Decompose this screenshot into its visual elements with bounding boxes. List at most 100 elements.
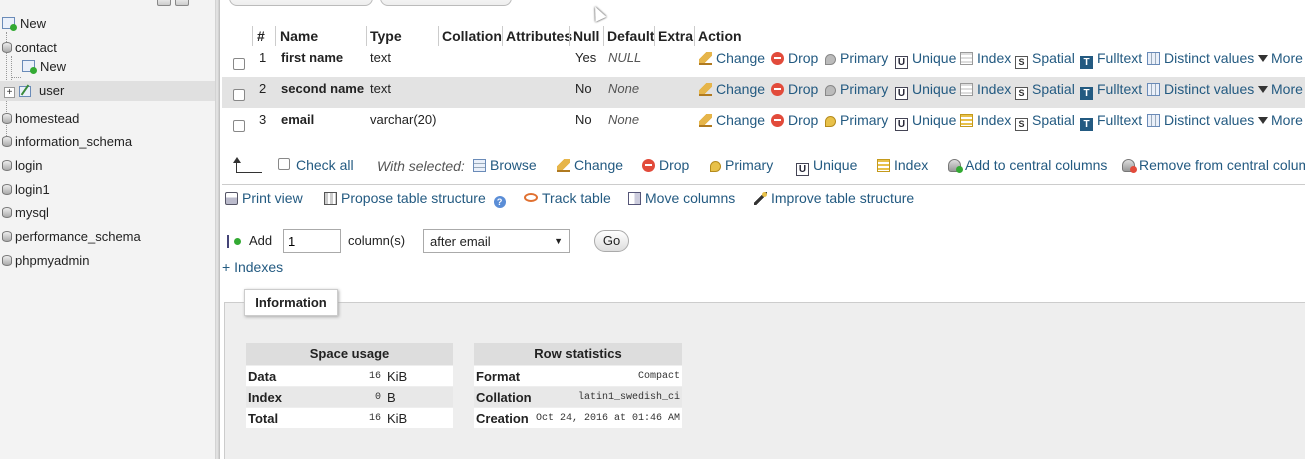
- help-icon[interactable]: ?: [493, 196, 506, 208]
- eye-icon: [524, 193, 538, 202]
- row-checkbox[interactable]: [233, 120, 245, 132]
- action-label: More: [1271, 50, 1303, 66]
- column-type: text: [370, 50, 391, 65]
- pencil-icon: [557, 159, 570, 172]
- stat-value: Compact: [637, 371, 680, 382]
- primary-action[interactable]: Primary: [825, 81, 888, 97]
- space-value: 0: [375, 392, 382, 403]
- browse-selected-button[interactable]: Browse: [473, 157, 537, 173]
- unique-action[interactable]: U Unique: [895, 112, 956, 131]
- row-checkbox[interactable]: [233, 89, 245, 101]
- col-header-attributes[interactable]: Attributes: [506, 28, 572, 44]
- action-label: Index: [977, 112, 1012, 128]
- col-header-extra[interactable]: Extra: [658, 28, 693, 44]
- propose-structure-link[interactable]: Propose table structure ?: [324, 190, 510, 208]
- change-action[interactable]: Change: [699, 112, 765, 128]
- nav-db-performance-schema[interactable]: performance_schema: [2, 227, 141, 247]
- col-header-type[interactable]: Type: [370, 28, 402, 44]
- action-label: Spatial: [1032, 112, 1075, 128]
- fulltext-action[interactable]: T Fulltext: [1080, 50, 1142, 69]
- action-label: Print view: [242, 190, 303, 206]
- index-action[interactable]: Index: [960, 50, 1011, 66]
- distinct-values-action[interactable]: Distinct values: [1147, 81, 1254, 97]
- more-dropdown[interactable]: More: [1258, 81, 1303, 97]
- change-action[interactable]: Change: [699, 81, 765, 97]
- change-selected-button[interactable]: Change: [557, 157, 623, 173]
- distinct-values-action[interactable]: Distinct values: [1147, 112, 1254, 128]
- spatial-action[interactable]: S Spatial: [1015, 112, 1075, 131]
- nav-db-information-schema[interactable]: information_schema: [2, 132, 132, 152]
- fulltext-action[interactable]: T Fulltext: [1080, 112, 1142, 131]
- spatial-action[interactable]: S Spatial: [1015, 81, 1075, 100]
- nav-db-login1[interactable]: login1: [2, 180, 50, 200]
- remove-central-columns-button[interactable]: Remove from central columns: [1122, 157, 1305, 173]
- index-icon: [960, 52, 973, 65]
- primary-selected-button[interactable]: Primary: [710, 157, 773, 173]
- spatial-action[interactable]: S Spatial: [1015, 50, 1075, 69]
- col-header-default[interactable]: Default: [607, 28, 654, 44]
- column-name: email: [281, 112, 315, 127]
- nav-db-mysql[interactable]: mysql: [2, 203, 49, 223]
- unique-action[interactable]: U Unique: [895, 50, 956, 69]
- nav-new-database[interactable]: New: [2, 14, 46, 34]
- nav-new-table[interactable]: New: [22, 57, 66, 77]
- space-key: Data: [248, 369, 277, 384]
- change-action[interactable]: Change: [699, 50, 765, 66]
- row-statistics-title: Row statistics: [474, 343, 682, 365]
- action-label: Fulltext: [1097, 50, 1143, 66]
- action-label: Propose table structure: [341, 190, 486, 206]
- move-columns-link[interactable]: Move columns: [628, 190, 735, 206]
- nav-table-user[interactable]: + user: [0, 81, 215, 101]
- go-button[interactable]: Go: [594, 230, 629, 252]
- move-columns-icon: [628, 192, 641, 205]
- column-name: second name: [281, 81, 365, 96]
- distinct-values-action[interactable]: Distinct values: [1147, 50, 1254, 66]
- index-action[interactable]: Index: [960, 112, 1011, 128]
- print-view-link[interactable]: Print view: [225, 190, 303, 206]
- add-label: Add: [249, 233, 273, 248]
- check-all-label[interactable]: Check all: [296, 157, 354, 173]
- drop-selected-button[interactable]: Drop: [642, 157, 689, 173]
- primary-action[interactable]: Primary: [825, 112, 888, 128]
- more-dropdown[interactable]: More: [1258, 50, 1303, 66]
- action-label: Distinct values: [1164, 50, 1255, 66]
- check-all-checkbox[interactable]: [278, 158, 290, 170]
- print-icon: [225, 192, 238, 205]
- expand-icon[interactable]: +: [4, 87, 15, 98]
- new-table-icon: [22, 60, 37, 74]
- index-action[interactable]: Index: [960, 81, 1011, 97]
- col-header-null[interactable]: Null: [573, 28, 599, 44]
- nav-db-contact[interactable]: contact: [2, 38, 57, 58]
- index-selected-button[interactable]: Index: [877, 157, 928, 173]
- column-count-input[interactable]: [283, 229, 341, 253]
- indexes-toggle-link[interactable]: + Indexes: [222, 259, 283, 275]
- track-table-link[interactable]: Track table: [524, 190, 611, 206]
- unique-selected-button[interactable]: U Unique: [796, 157, 857, 176]
- col-header-action: Action: [698, 28, 742, 44]
- top-stub-control[interactable]: [229, 0, 373, 6]
- action-label: Drop: [659, 157, 690, 173]
- top-stub-control[interactable]: [380, 0, 512, 6]
- nav-db-phpmyadmin[interactable]: phpmyadmin: [2, 251, 89, 271]
- column-position-select[interactable]: after email ▼: [423, 229, 570, 253]
- selected-position: after email: [430, 234, 491, 249]
- add-central-columns-button[interactable]: Add to central columns: [948, 157, 1107, 173]
- collapse-all-icon[interactable]: [157, 0, 171, 6]
- drop-action[interactable]: Drop: [771, 112, 818, 128]
- link-with-main-icon[interactable]: [175, 0, 189, 6]
- stat-key: Collation: [476, 390, 532, 405]
- col-header-name[interactable]: Name: [280, 28, 318, 44]
- nav-db-login[interactable]: login: [2, 156, 42, 176]
- browse-icon: [473, 159, 486, 172]
- drop-action[interactable]: Drop: [771, 81, 818, 97]
- improve-structure-link[interactable]: Improve table structure: [754, 190, 914, 206]
- action-label: Primary: [725, 157, 774, 173]
- row-checkbox[interactable]: [233, 58, 245, 70]
- col-header-collation[interactable]: Collation: [442, 28, 502, 44]
- unique-action[interactable]: U Unique: [895, 81, 956, 100]
- nav-db-homestead[interactable]: homestead: [2, 109, 79, 129]
- primary-action[interactable]: Primary: [825, 50, 888, 66]
- more-dropdown[interactable]: More: [1258, 112, 1303, 128]
- fulltext-action[interactable]: T Fulltext: [1080, 81, 1142, 100]
- drop-action[interactable]: Drop: [771, 50, 818, 66]
